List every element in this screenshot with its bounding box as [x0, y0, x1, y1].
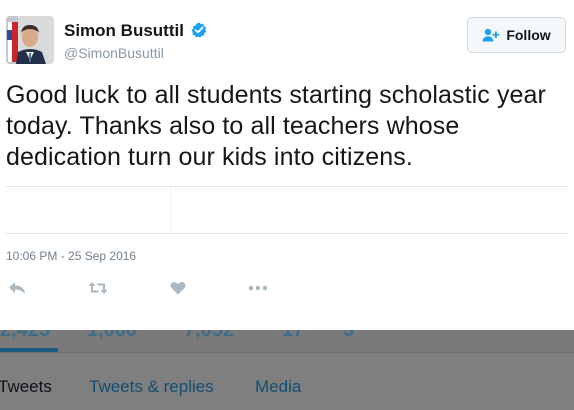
profile-stats-row: 2,425 1,060 7,052 17 3 — [0, 330, 574, 352]
tweet-header: Simon Busuttil @SimonBusuttil Follow — [6, 16, 568, 66]
stat-lists-count[interactable]: 3 — [343, 330, 354, 341]
tweet-timestamp[interactable]: 10:06 PM - 25 Sep 2016 — [6, 248, 136, 264]
stat-likes-count[interactable]: 17 — [282, 330, 304, 341]
tab-tweets-and-replies[interactable]: Tweets & replies — [89, 377, 214, 397]
author-screen-name[interactable]: @SimonBusuttil — [64, 44, 207, 62]
profile-background-overlay: 2,425 1,060 7,052 17 3 Tweets Tweets & r… — [0, 330, 574, 410]
tab-media[interactable]: Media — [255, 377, 301, 397]
page: Simon Busuttil @SimonBusuttil Follow Goo… — [0, 0, 574, 410]
tweet-card: Simon Busuttil @SimonBusuttil Follow Goo… — [0, 0, 574, 330]
tab-tweets[interactable]: Tweets — [0, 377, 52, 397]
author-display-name[interactable]: Simon Busuttil — [64, 20, 184, 42]
divider — [6, 233, 567, 234]
stat-followers-count[interactable]: 7,052 — [184, 330, 234, 341]
verified-badge-icon — [191, 22, 207, 38]
follow-button-label: Follow — [506, 27, 551, 43]
more-dots-icon — [248, 285, 268, 291]
tweet-actions — [6, 278, 306, 298]
retweet-icon — [88, 282, 108, 294]
reply-button[interactable] — [8, 278, 26, 298]
reply-icon — [9, 282, 25, 294]
stat-tweets-count[interactable]: 2,425 — [0, 330, 50, 341]
like-button[interactable] — [170, 278, 186, 298]
stat-following-count[interactable]: 1,060 — [87, 330, 137, 341]
divider — [170, 187, 171, 233]
author-name-block: Simon Busuttil @SimonBusuttil — [64, 20, 207, 62]
follow-button[interactable]: Follow — [467, 17, 566, 53]
more-options-button[interactable] — [248, 278, 268, 298]
add-user-icon — [482, 28, 500, 42]
retweet-button[interactable] — [88, 278, 108, 298]
tweet-text: Good luck to all students starting schol… — [6, 81, 546, 171]
avatar[interactable] — [6, 16, 54, 64]
heart-icon — [170, 281, 186, 295]
profile-tabs: Tweets Tweets & replies Media — [0, 352, 574, 410]
tweet-stats-area — [6, 187, 567, 233]
